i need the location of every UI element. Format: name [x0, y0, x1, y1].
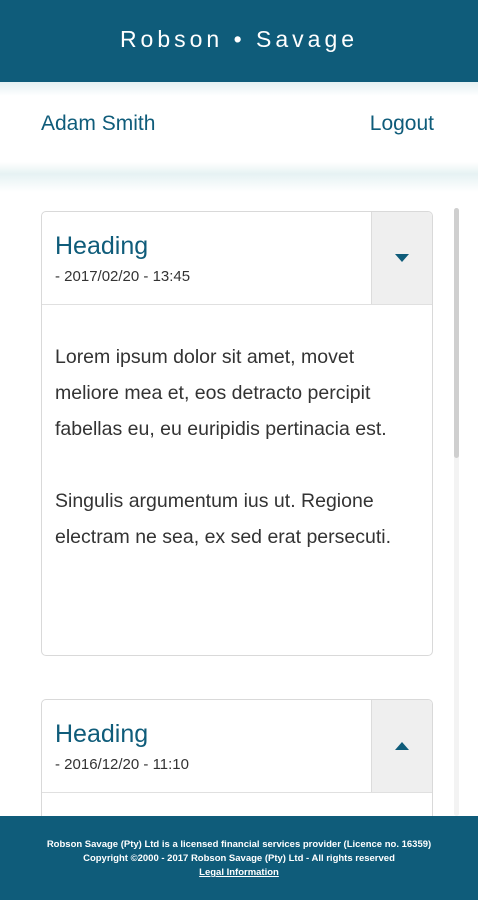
message-date: - 2016/12/20 - 11:10: [55, 756, 189, 773]
collapse-toggle-button[interactable]: [371, 212, 432, 304]
message-body: Lorem ipsum dolor sit amet, movet melior…: [42, 305, 432, 555]
message-heading: Heading: [55, 720, 149, 748]
legal-information-link[interactable]: Legal Information: [0, 866, 478, 880]
message-header[interactable]: Heading - 2017/02/20 - 13:45: [42, 212, 432, 305]
message-date: - 2017/02/20 - 13:45: [55, 268, 191, 285]
footer: Robson Savage (Pty) Ltd is a licensed fi…: [0, 816, 478, 900]
message-header[interactable]: Heading - 2016/12/20 - 11:10: [42, 700, 432, 793]
logout-link[interactable]: Logout: [370, 112, 434, 136]
message-heading: Heading: [55, 232, 149, 260]
footer-license-text: Robson Savage (Pty) Ltd is a licensed fi…: [46, 839, 432, 850]
message-paragraph: Singulis argumentum ius ut. Regione elec…: [55, 490, 392, 548]
username: Adam Smith: [41, 112, 156, 135]
chevron-down-icon: [395, 254, 409, 262]
message-paragraph: Lorem ipsum dolor sit amet, movet melior…: [55, 346, 387, 440]
brand-logo: Robson • Savage: [119, 25, 359, 52]
expand-toggle-button[interactable]: [371, 700, 432, 792]
scrollbar-thumb[interactable]: [454, 208, 459, 458]
chevron-up-icon: [395, 742, 409, 750]
message-card: Heading - 2017/02/20 - 13:45 Lorem ipsum…: [41, 211, 433, 656]
footer-copyright-text: Copyright ©2000 - 2017 Robson Savage (Pt…: [83, 853, 395, 864]
app-header: Robson • Savage: [0, 0, 478, 82]
user-bar: Adam Smith Logout: [0, 82, 478, 192]
